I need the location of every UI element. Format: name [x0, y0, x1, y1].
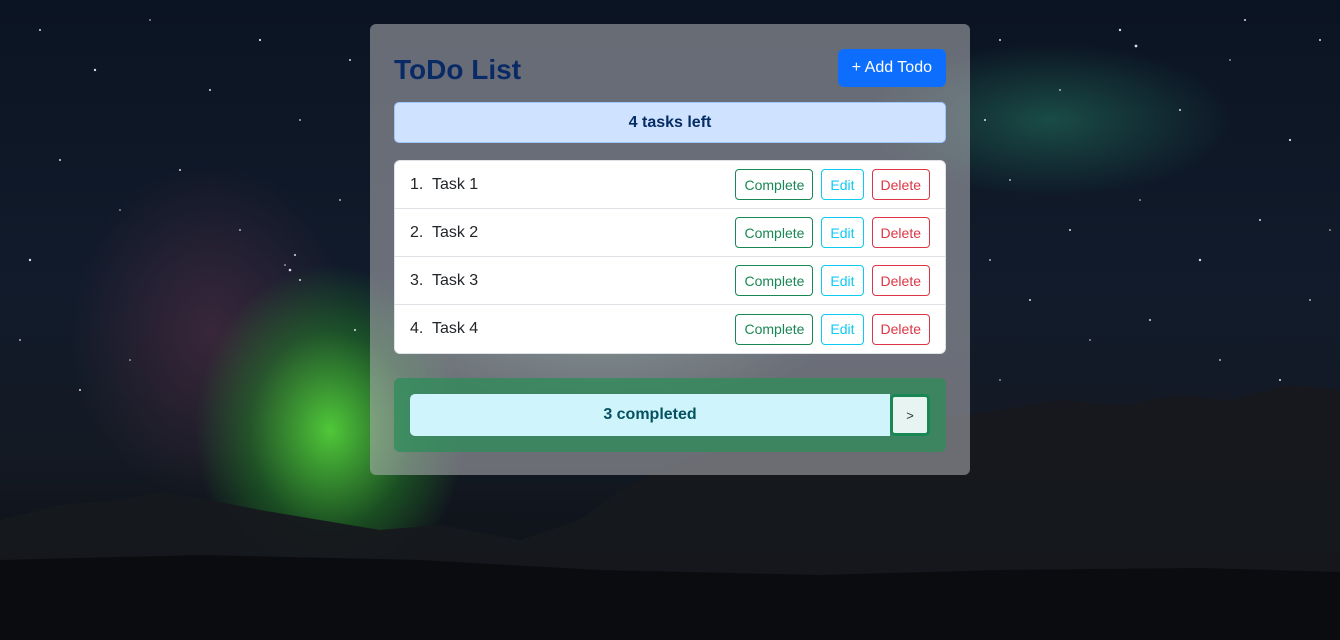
delete-button[interactable]: Delete — [871, 169, 930, 200]
todo-item-label: Task 1 — [431, 175, 479, 193]
delete-button[interactable]: Delete — [871, 313, 930, 345]
completed-section: 3 completed > — [394, 378, 946, 452]
page-title: ToDo List — [394, 54, 522, 85]
todo-item-text: 4. Task 4 — [410, 320, 478, 338]
todo-item-actions: Complete Edit Delete — [735, 217, 930, 248]
todo-item-1: 1. Task 1 Complete Edit Delete — [395, 161, 945, 209]
todo-item-actions: Complete Edit Delete — [735, 265, 930, 296]
complete-button[interactable]: Complete — [735, 169, 814, 200]
todo-item-3: 3. Task 3 Complete Edit Delete — [395, 257, 945, 305]
edit-button[interactable]: Edit — [821, 217, 864, 248]
todo-item-label: Task 3 — [431, 271, 479, 289]
todo-card: ToDo List + Add Todo 4 tasks left 1. Tas… — [370, 24, 970, 475]
todo-item-index: 3. — [410, 271, 424, 289]
complete-button[interactable]: Complete — [735, 313, 814, 345]
todo-item-index: 4. — [410, 320, 424, 337]
todo-item-2: 2. Task 2 Complete Edit Delete — [395, 209, 945, 257]
delete-button[interactable]: Delete — [871, 217, 930, 248]
todo-item-label: Task 2 — [431, 223, 479, 241]
todo-item-index: 1. — [410, 175, 424, 193]
todo-item-4: 4. Task 4 Complete Edit Delete — [395, 305, 945, 353]
todo-item-text: 2. Task 2 — [410, 224, 478, 242]
edit-button[interactable]: Edit — [821, 169, 864, 200]
todo-item-actions: Complete Edit Delete — [735, 169, 930, 200]
todo-item-actions: Complete Edit Delete — [735, 313, 930, 345]
expand-completed-button[interactable]: > — [890, 394, 930, 436]
todo-item-text: 3. Task 3 — [410, 272, 478, 290]
todo-item-index: 2. — [410, 223, 424, 241]
edit-button[interactable]: Edit — [821, 265, 864, 296]
edit-button[interactable]: Edit — [821, 313, 864, 345]
completed-count: 3 completed — [410, 394, 890, 436]
todo-item-label: Task 4 — [431, 320, 479, 337]
complete-button[interactable]: Complete — [735, 217, 814, 248]
todo-item-text: 1. Task 1 — [410, 176, 478, 194]
tasks-left-badge: 4 tasks left — [394, 102, 946, 143]
add-todo-button[interactable]: + Add Todo — [837, 49, 946, 87]
delete-button[interactable]: Delete — [871, 265, 930, 296]
complete-button[interactable]: Complete — [735, 265, 814, 296]
todo-header: ToDo List + Add Todo — [394, 48, 946, 88]
todo-list: 1. Task 1 Complete Edit Delete 2. Task 2… — [394, 160, 946, 354]
